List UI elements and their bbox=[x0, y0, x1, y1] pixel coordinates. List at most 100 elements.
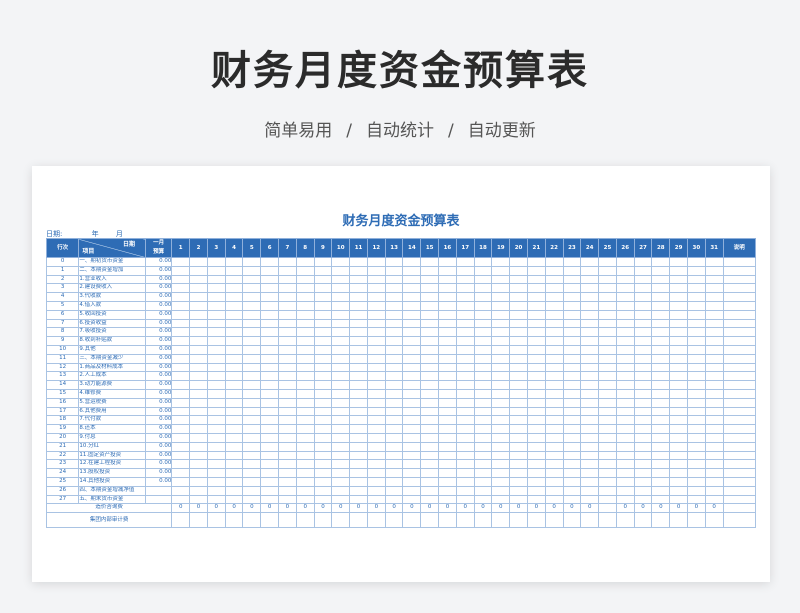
day-cell[interactable] bbox=[544, 388, 564, 399]
day-cell[interactable] bbox=[633, 309, 653, 320]
day-cell[interactable] bbox=[704, 257, 724, 267]
day-cell[interactable] bbox=[438, 353, 457, 364]
day-cell[interactable] bbox=[171, 397, 191, 408]
day-cell[interactable] bbox=[686, 415, 706, 426]
day-cell[interactable] bbox=[171, 362, 191, 373]
note-cell[interactable] bbox=[722, 371, 757, 382]
note-cell[interactable] bbox=[722, 468, 757, 478]
day-cell[interactable] bbox=[171, 283, 191, 294]
day-cell[interactable] bbox=[420, 406, 440, 417]
day-cell[interactable] bbox=[402, 476, 422, 487]
day-cell[interactable] bbox=[313, 476, 333, 487]
day-cell[interactable] bbox=[331, 415, 351, 426]
day-cell[interactable] bbox=[491, 397, 511, 408]
day-cell[interactable] bbox=[224, 300, 244, 311]
day-cell[interactable] bbox=[331, 318, 351, 329]
day-cell[interactable] bbox=[598, 432, 617, 443]
day-cell[interactable] bbox=[206, 406, 226, 417]
day-cell[interactable] bbox=[544, 450, 564, 461]
day-cell[interactable] bbox=[455, 336, 475, 346]
day-cell[interactable] bbox=[189, 424, 208, 434]
day-cell[interactable] bbox=[313, 397, 333, 408]
day-cell[interactable] bbox=[402, 344, 422, 355]
row-item[interactable]: 三、本期资金减少 bbox=[78, 353, 147, 364]
day-cell[interactable] bbox=[704, 441, 724, 452]
day-cell[interactable] bbox=[189, 406, 208, 417]
day-cell[interactable] bbox=[295, 292, 315, 302]
day-cell[interactable] bbox=[704, 353, 724, 364]
day-cell[interactable] bbox=[562, 300, 582, 311]
day-cell[interactable] bbox=[686, 257, 706, 267]
row-item[interactable]: 1.营业收入 bbox=[78, 274, 147, 285]
day-cell[interactable] bbox=[509, 283, 528, 294]
day-cell[interactable] bbox=[366, 415, 386, 426]
row-budget[interactable]: 0.00 bbox=[145, 450, 173, 461]
day-cell[interactable] bbox=[366, 257, 386, 267]
day-cell[interactable] bbox=[171, 336, 191, 346]
day-cell[interactable] bbox=[651, 371, 671, 382]
day-cell[interactable] bbox=[189, 336, 208, 346]
day-cell[interactable] bbox=[349, 485, 368, 496]
row-budget[interactable]: 0.00 bbox=[145, 318, 173, 329]
day-cell[interactable] bbox=[189, 432, 208, 443]
row-budget[interactable]: 0.00 bbox=[145, 327, 173, 338]
day-cell[interactable] bbox=[242, 327, 262, 338]
day-cell[interactable] bbox=[295, 397, 315, 408]
day-cell[interactable] bbox=[242, 292, 262, 302]
day-cell[interactable] bbox=[402, 432, 422, 443]
day-cell[interactable] bbox=[331, 380, 351, 390]
day-cell[interactable] bbox=[349, 362, 368, 373]
row-budget[interactable]: 0.00 bbox=[145, 371, 173, 382]
day-cell[interactable] bbox=[455, 485, 475, 496]
day-cell[interactable] bbox=[206, 424, 226, 434]
note-cell[interactable] bbox=[722, 406, 757, 417]
day-cell[interactable] bbox=[189, 353, 208, 364]
day-cell[interactable] bbox=[313, 283, 333, 294]
day-cell[interactable] bbox=[313, 459, 333, 470]
day-cell[interactable] bbox=[260, 415, 280, 426]
day-cell[interactable] bbox=[278, 283, 297, 294]
day-cell[interactable] bbox=[598, 485, 617, 496]
day-cell[interactable] bbox=[331, 432, 351, 443]
day-cell[interactable] bbox=[260, 388, 280, 399]
day-cell[interactable] bbox=[295, 468, 315, 478]
day-cell[interactable] bbox=[331, 292, 351, 302]
day-cell[interactable] bbox=[598, 318, 617, 329]
day-cell[interactable] bbox=[686, 494, 706, 505]
day-cell[interactable] bbox=[526, 494, 546, 505]
day-cell[interactable] bbox=[171, 388, 191, 399]
day-cell[interactable] bbox=[704, 450, 724, 461]
day-cell[interactable] bbox=[598, 424, 617, 434]
day-cell[interactable] bbox=[491, 336, 511, 346]
day-cell[interactable] bbox=[260, 344, 280, 355]
day-cell[interactable] bbox=[242, 397, 262, 408]
day-cell[interactable] bbox=[438, 274, 457, 285]
day-cell[interactable] bbox=[331, 406, 351, 417]
day-cell[interactable] bbox=[473, 459, 493, 470]
row-budget[interactable]: 0.00 bbox=[145, 265, 173, 276]
row-budget[interactable]: 0.00 bbox=[145, 432, 173, 443]
day-cell[interactable] bbox=[491, 300, 511, 311]
day-cell[interactable] bbox=[704, 371, 724, 382]
day-cell[interactable] bbox=[366, 300, 386, 311]
day-cell[interactable] bbox=[278, 415, 297, 426]
day-cell[interactable] bbox=[526, 362, 546, 373]
day-cell[interactable] bbox=[384, 494, 404, 505]
row-item[interactable]: 7.吸收投资 bbox=[78, 327, 147, 338]
day-cell[interactable] bbox=[651, 388, 671, 399]
day-cell[interactable] bbox=[260, 485, 280, 496]
day-cell[interactable] bbox=[686, 300, 706, 311]
day-cell[interactable] bbox=[580, 327, 600, 338]
day-cell[interactable] bbox=[491, 257, 511, 267]
day-cell[interactable] bbox=[260, 353, 280, 364]
day-cell[interactable] bbox=[295, 300, 315, 311]
day-cell[interactable] bbox=[171, 512, 191, 529]
day-cell[interactable] bbox=[473, 450, 493, 461]
day-cell[interactable] bbox=[491, 292, 511, 302]
note-cell[interactable] bbox=[722, 309, 757, 320]
day-cell[interactable] bbox=[260, 424, 280, 434]
day-cell[interactable] bbox=[295, 318, 315, 329]
day-cell[interactable] bbox=[633, 283, 653, 294]
day-cell[interactable] bbox=[278, 353, 297, 364]
day-cell[interactable] bbox=[206, 512, 226, 529]
